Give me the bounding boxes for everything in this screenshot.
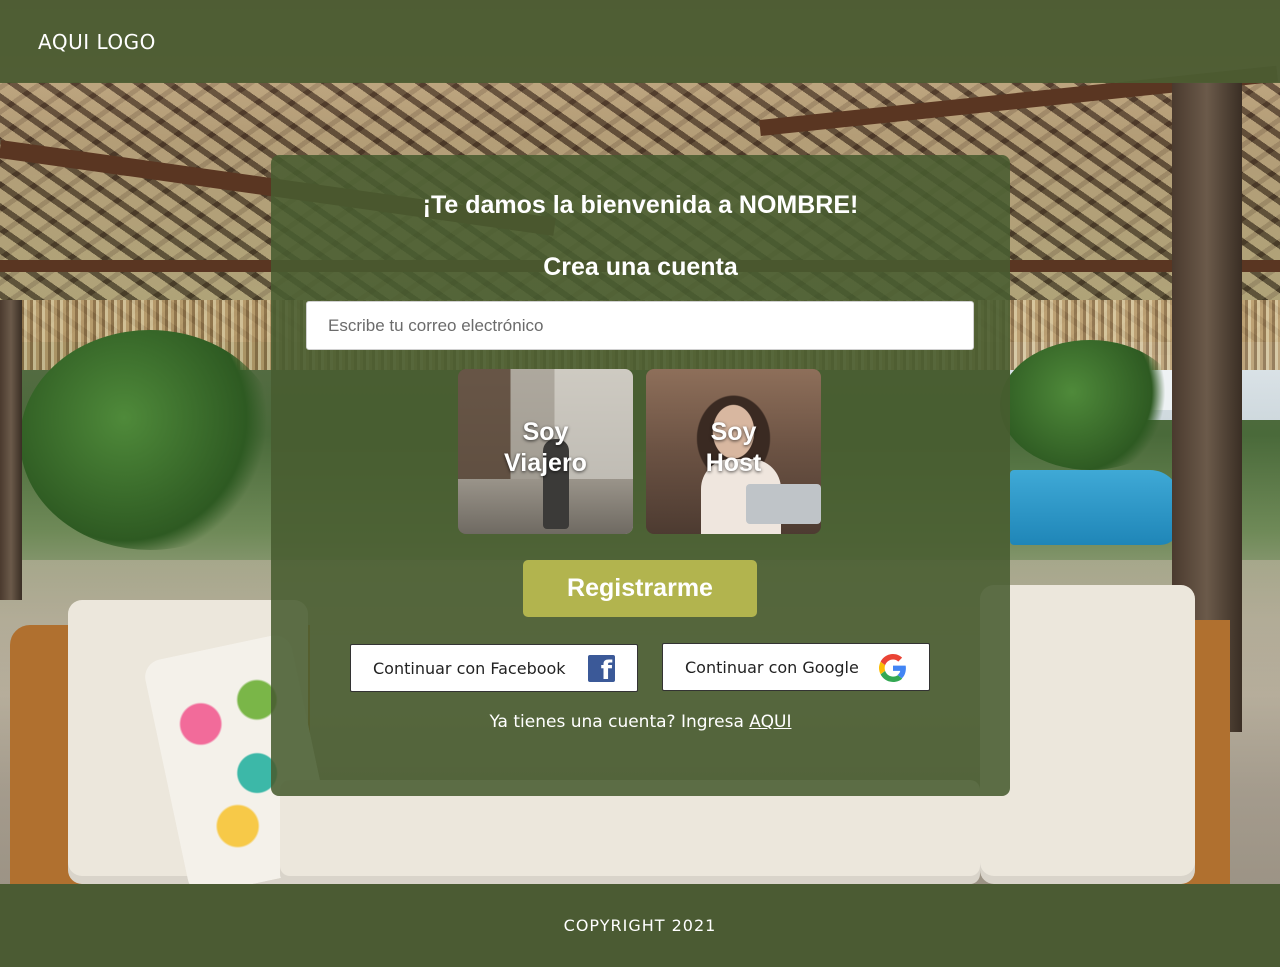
copyright-text: COPYRIGHT 2021	[563, 916, 717, 935]
role-card-traveler[interactable]: Soy Viajero	[458, 369, 633, 534]
facebook-login-button[interactable]: Continuar con Facebook f	[350, 644, 638, 692]
signup-card: ¡Te damos la bienvenida a NOMBRE! Crea u…	[271, 155, 1010, 796]
role-label-host: Soy Host	[705, 418, 762, 477]
role-label-traveler: Soy Viajero	[504, 418, 587, 477]
logo[interactable]: AQUI LOGO	[38, 30, 156, 54]
background-post	[0, 300, 22, 600]
email-input[interactable]	[306, 301, 974, 350]
welcome-title: ¡Te damos la bienvenida a NOMBRE!	[422, 191, 859, 219]
register-button[interactable]: Registrarme	[523, 560, 757, 617]
facebook-button-label: Continuar con Facebook	[373, 658, 566, 678]
background-foliage	[1000, 340, 1180, 470]
background-sofa	[980, 585, 1195, 884]
background-pool	[1010, 470, 1180, 545]
google-icon	[879, 654, 906, 682]
role-card-host[interactable]: Soy Host	[646, 369, 821, 534]
login-prompt-text: Ya tienes una cuenta? Ingresa	[489, 712, 744, 732]
google-button-label: Continuar con Google	[685, 657, 859, 677]
login-link[interactable]: AQUI	[749, 712, 791, 732]
signup-subtitle: Crea una cuenta	[543, 253, 738, 281]
facebook-icon: f	[588, 655, 615, 682]
google-login-button[interactable]: Continuar con Google	[662, 643, 930, 691]
background-foliage	[20, 330, 280, 550]
login-prompt: Ya tienes una cuenta? Ingresa AQUI	[271, 712, 1010, 732]
site-header: AQUI LOGO	[0, 0, 1280, 83]
site-footer: COPYRIGHT 2021	[0, 884, 1280, 967]
